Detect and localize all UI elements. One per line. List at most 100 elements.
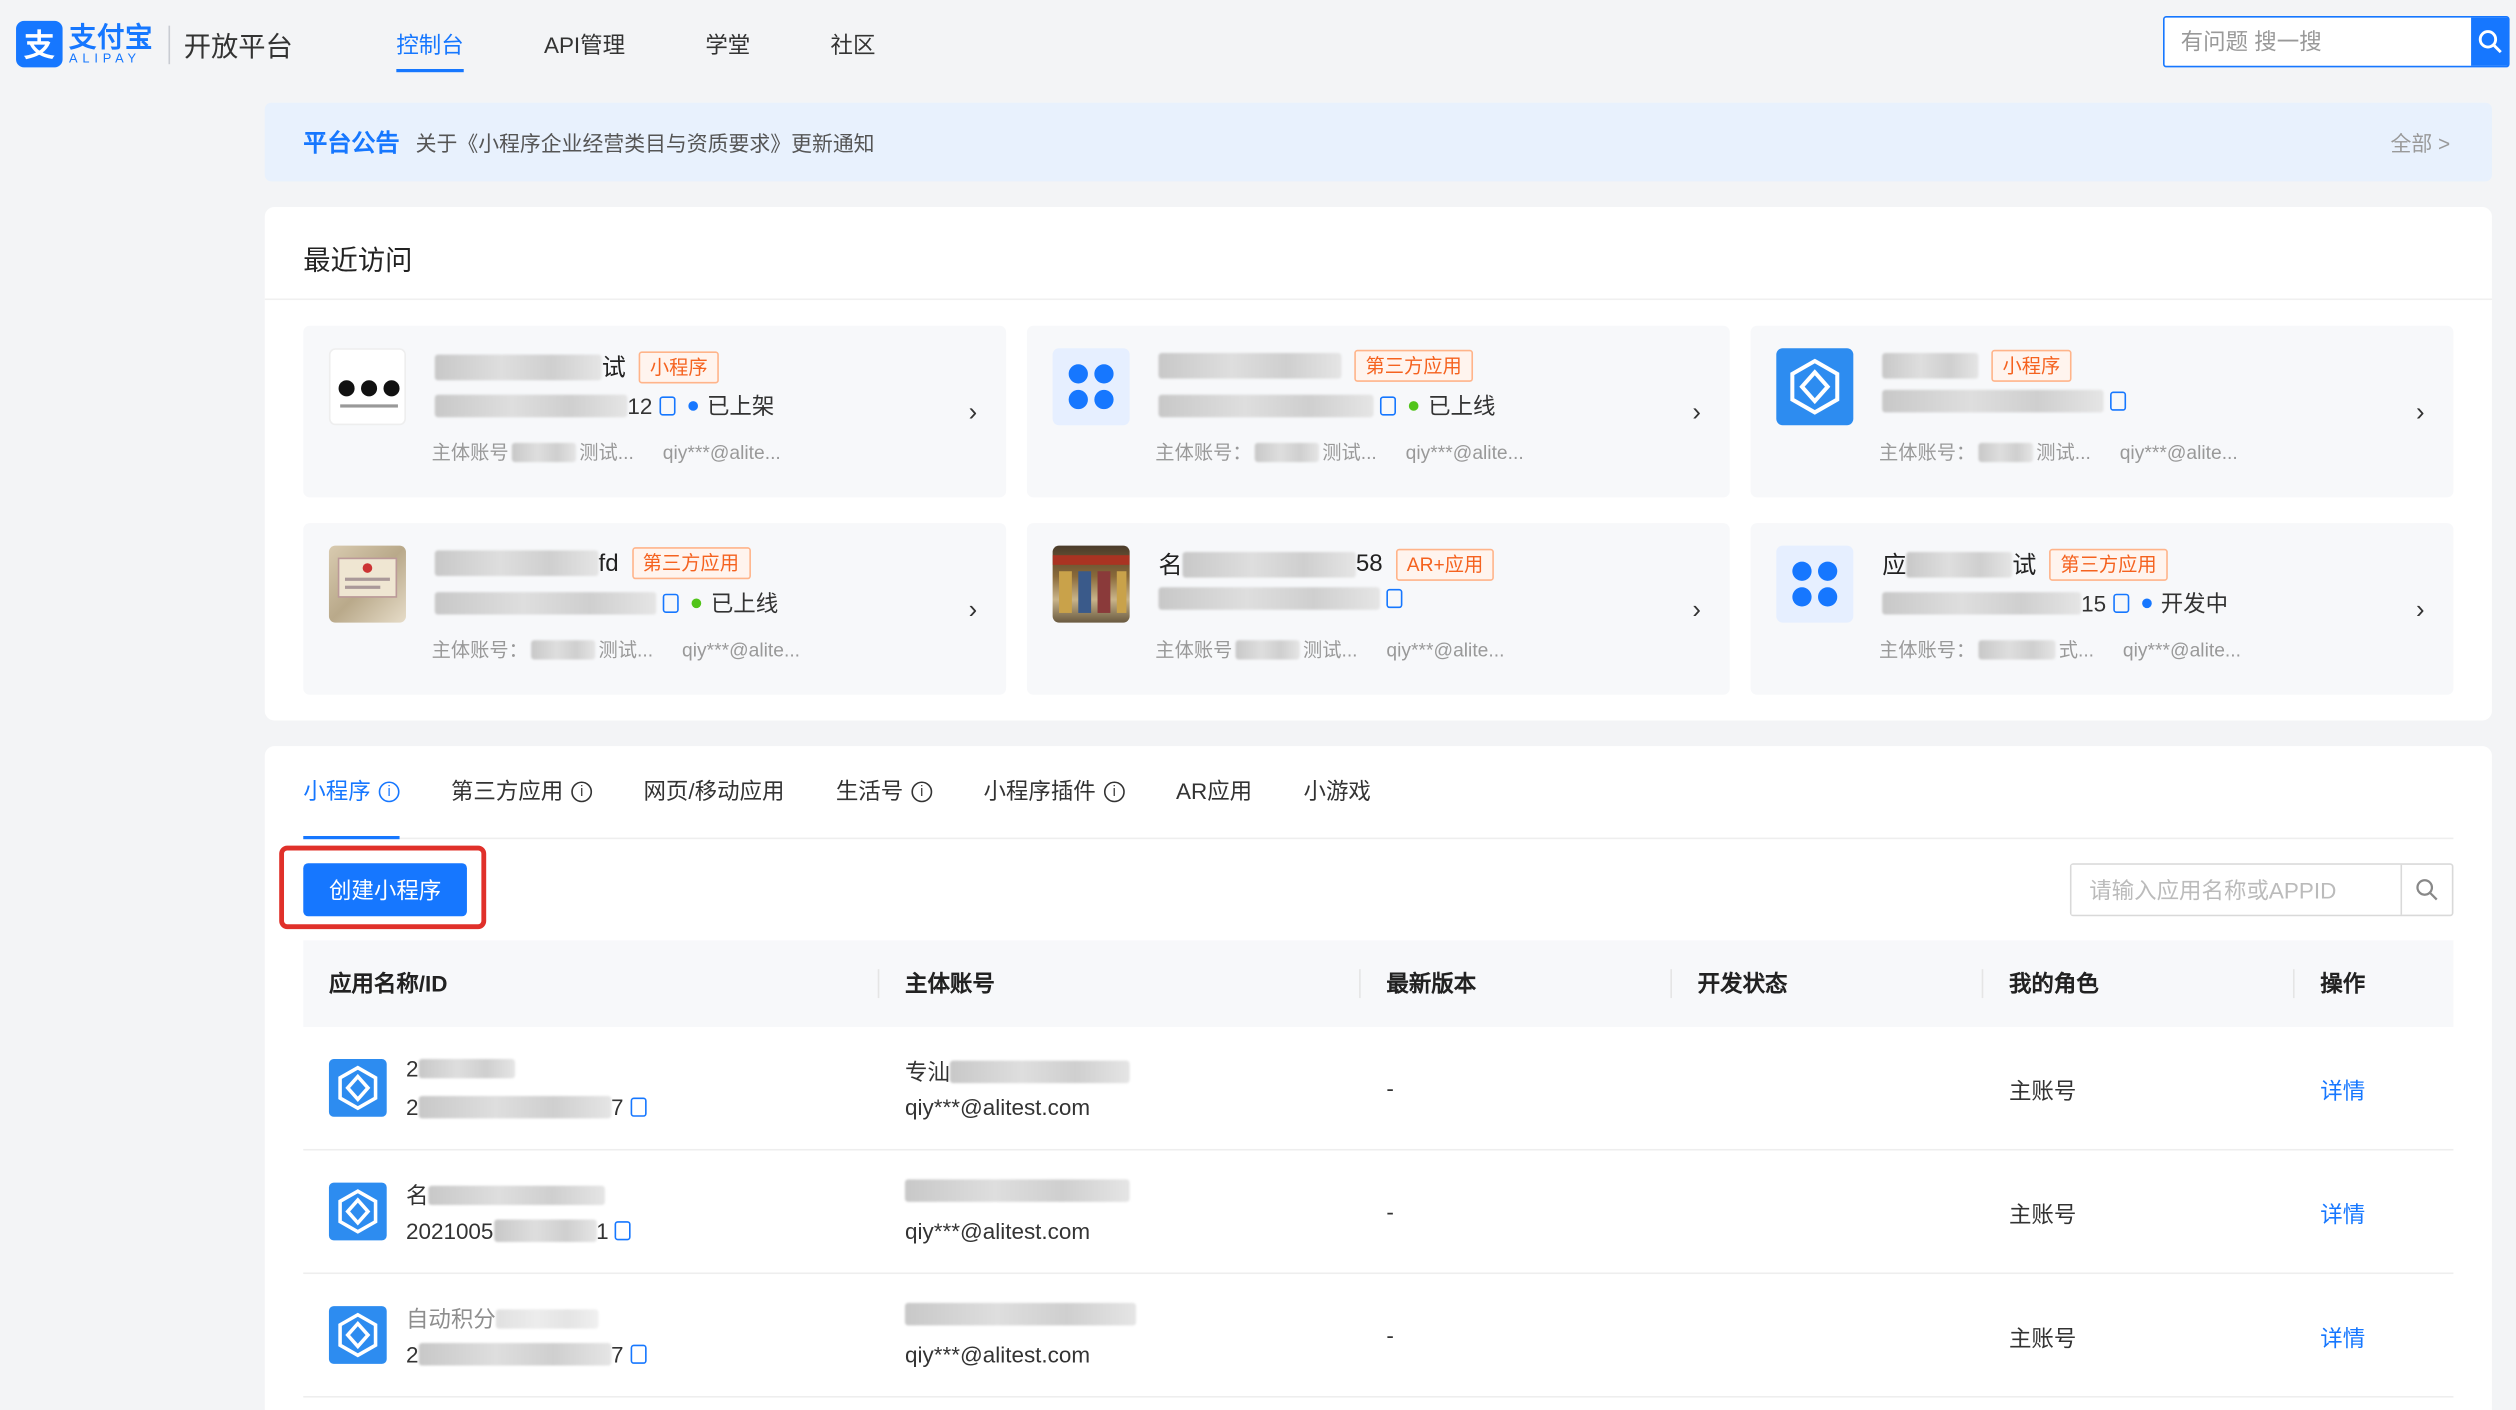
nav-console[interactable]: 控制台 [396,0,464,90]
app-id-prefix: 2 [405,1341,419,1368]
owner-label: 主体账号： [1878,441,1976,464]
copy-icon[interactable] [662,593,679,613]
owner-suffix: 式... [2058,638,2095,662]
app-id-line [1158,587,1403,610]
copy-icon[interactable] [1386,588,1403,609]
copy-icon[interactable] [629,1344,647,1364]
app-search [2069,863,2454,917]
nav-api-management[interactable]: API管理 [544,0,625,90]
recent-app-card[interactable]: 试 小程序 12 已上架 主体账号 测试... qiy***@alite... … [303,325,1007,498]
table-row[interactable]: 自动积分 2 7 qiy***@alitest.com - 主账号 详情 [303,1274,2454,1398]
owner-account: 专汕 [905,1056,1130,1088]
tab-third-party-app[interactable]: 第三方应用 i [451,745,593,838]
tab-mini-game[interactable]: 小游戏 [1303,745,1370,838]
global-search-button[interactable] [2471,17,2508,66]
tab-label: 生活号 [835,778,904,804]
app-name: 应 试 第三方应用 [1882,547,2168,581]
recent-visits-title: 最近访问 [303,245,413,276]
app-id-suffix: 7 [611,1094,624,1121]
app-id-suffix: 1 [596,1217,609,1244]
divider [264,298,2492,301]
owner-label: 主体账号 [1155,638,1233,662]
copy-icon[interactable] [2112,593,2129,613]
table-row[interactable]: 2 2 7 专汕 qiy***@alitest.com - 主账号 详情 [303,1027,2454,1151]
owner-suffix: 测试... [1302,638,1358,662]
platform-title: 开放平台 [183,32,293,63]
app-name-prefix: 应 [1882,551,1907,580]
table-row[interactable]: 名 2021005 1 qiy***@alitest.com - 主账号 详情 [303,1150,2454,1275]
app-name-prefix: 自动积分 [405,1306,496,1332]
hexagon-logo-icon [1790,358,1840,415]
global-search-input[interactable] [2164,17,2472,66]
app-name-prefix: 名 [1158,551,1183,580]
create-mini-program-button[interactable]: 创建小程序 [303,863,467,917]
nav-community[interactable]: 社区 [831,0,876,90]
alipay-logo[interactable]: 支 支付宝 ALIPAY 开放平台 [16,20,293,68]
redacted-text [511,442,577,462]
tab-web-mobile-app[interactable]: 网页/移动应用 [643,745,784,838]
app-avatar [328,1059,387,1117]
global-search [2163,16,2510,68]
info-icon[interactable]: i [571,780,593,802]
search-icon [2477,30,2501,54]
recent-app-card[interactable]: fd 第三方应用 已上线 主体账号： 测试... qiy***@alite...… [303,523,1007,695]
chevron-right-icon: › [2416,399,2425,427]
tab-label: 小程序插件 [983,778,1096,804]
app-avatar [1776,348,1854,426]
redacted-text [1235,639,1300,659]
info-icon[interactable]: i [1103,780,1125,802]
tab-life-account[interactable]: 生活号 i [835,745,933,838]
app-id: 2021005 1 [406,1217,632,1244]
app-name: 试 小程序 [434,350,719,384]
clover-icon [1792,561,1838,607]
details-link[interactable]: 详情 [2320,1199,2365,1231]
chevron-right-icon: › [1692,596,1701,625]
app-status: 已上架 [706,393,775,419]
redacted-text [418,1059,515,1079]
copy-icon[interactable] [1379,396,1397,416]
chevron-right-icon: › [1692,399,1701,427]
redacted-text [434,550,599,577]
column-header: 我的角色 [2008,970,2099,997]
app-id: 2 7 [406,1094,647,1121]
app-avatar [328,1306,387,1364]
copy-icon[interactable] [2110,391,2127,411]
logo-divider [167,24,170,64]
tab-ar-app[interactable]: AR应用 [1176,745,1252,838]
notice-link[interactable]: 关于《小程序企业经营类目与资质要求》更新通知 [416,127,875,157]
recent-app-card[interactable]: 应 试 第三方应用 15 开发中 主体账号： 式... qiy***@alite… [1750,523,2454,695]
platform-notice: 平台公告 关于《小程序企业经营类目与资质要求》更新通知 全部 > [264,102,2492,182]
app-search-button[interactable] [2400,864,2451,915]
app-name-suffix: 58 [1355,550,1383,578]
app-id-line: 已上线 [1158,390,1495,422]
app-type-tag: 小程序 [1991,349,2072,382]
info-icon[interactable]: i [378,780,400,802]
app-search-input[interactable] [2071,864,2401,915]
app-owner-line: 主体账号： 测试... qiy***@alite... [1155,438,1523,465]
recent-app-card[interactable]: 小程序 主体账号： 测试... qiy***@alite... › [1750,325,2454,498]
owner-label: 主体账号： [1878,638,1976,662]
redacted-text [418,1343,612,1366]
copy-icon[interactable] [615,1221,632,1241]
app-avatar [328,1182,387,1241]
details-link[interactable]: 详情 [2320,1075,2365,1107]
logo-en: ALIPAY [68,50,141,65]
owner-email: qiy***@alite... [662,440,781,463]
info-icon[interactable]: i [911,780,933,802]
recent-app-card[interactable]: 第三方应用 已上线 主体账号： 测试... qiy***@alite... › [1026,325,1730,498]
tab-mini-program[interactable]: 小程序 i [303,745,400,840]
details-link[interactable]: 详情 [2320,1322,2365,1354]
my-role: 主账号 [2008,1201,2077,1228]
tab-mini-program-plugin[interactable]: 小程序插件 i [983,745,1125,838]
owner-suffix: 测试... [579,441,634,464]
owner-email: qiy***@alitest.com [904,1094,1091,1121]
app-owner-line: 主体账号 测试... qiy***@alite... [432,438,781,465]
nav-academy[interactable]: 学堂 [705,0,750,90]
owner-label: 主体账号： [1155,441,1252,464]
app-name-suffix: fd [598,549,619,577]
copy-icon[interactable] [629,1097,647,1117]
copy-icon[interactable] [658,396,675,416]
app-avatar [1052,348,1130,426]
notice-all-link[interactable]: 全部 > [2391,127,2451,157]
recent-app-card[interactable]: 名 58 AR+应用 主体账号 测试... qiy***@alite... › [1026,523,1730,695]
